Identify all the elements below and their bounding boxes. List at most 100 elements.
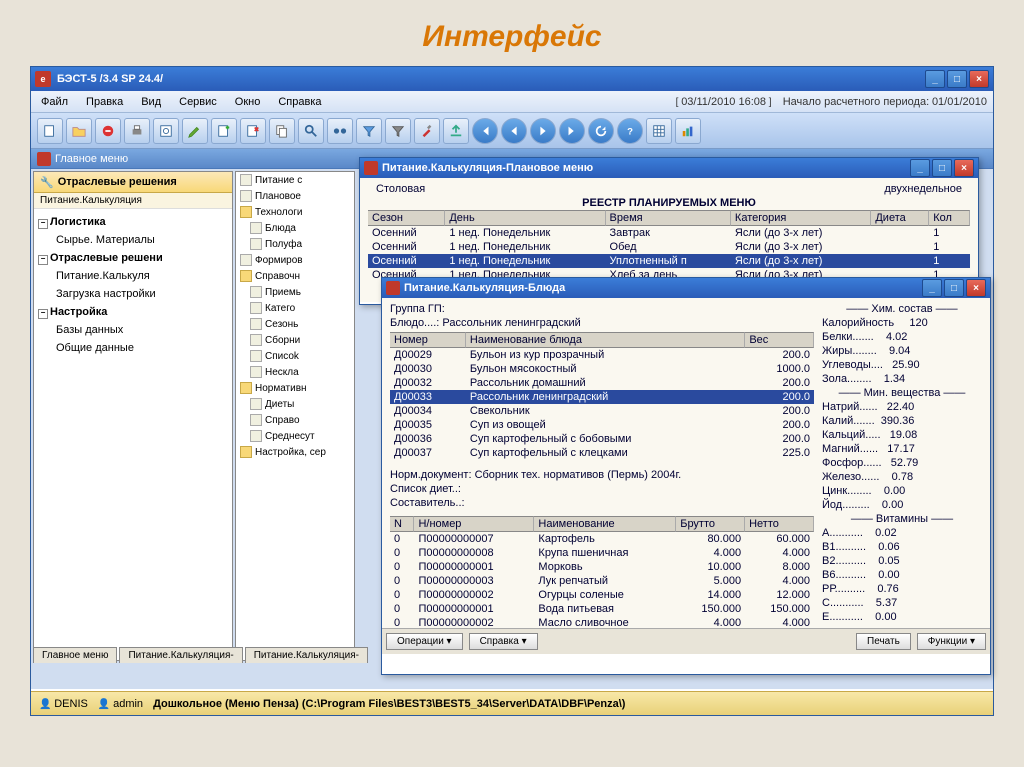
chem-row: Е........... 0.00 [822, 610, 982, 624]
chem-row: А........... 0.02 [822, 526, 982, 540]
plan-row[interactable]: Осенний1 нед. ПонедельникУплотненный пЯс… [368, 254, 970, 268]
tb-preview-icon[interactable] [153, 118, 179, 144]
plan-menu-titlebar[interactable]: Питание.Калькуляция-Плановое меню _ □ × [360, 158, 978, 178]
maximize-button[interactable]: □ [947, 70, 967, 88]
category-item[interactable]: Среднесут [236, 428, 354, 444]
category-item[interactable]: Нормативн [236, 380, 354, 396]
ops-button[interactable]: Операции ▾ [386, 633, 463, 650]
tb-first-icon[interactable] [472, 118, 498, 144]
category-item[interactable]: Справо [236, 412, 354, 428]
tab-calc2[interactable]: Питание.Калькуляция- [245, 647, 368, 663]
chem-row: Калорийность 120 [822, 316, 982, 330]
ingredient-row[interactable]: 0П00000000001Морковь10.0008.000 [390, 560, 814, 574]
category-item[interactable]: Справочн [236, 268, 354, 284]
category-item[interactable]: Сезонь [236, 316, 354, 332]
dishes-titlebar[interactable]: Питание.Калькуляция-Блюда _ □ × [382, 278, 990, 298]
category-item[interactable]: Нескла [236, 364, 354, 380]
dish-row[interactable]: Д00036Суп картофельный с бобовыми200.0 [390, 432, 814, 446]
menu-file[interactable]: Файл [37, 94, 72, 110]
tb-new-icon[interactable] [37, 118, 63, 144]
menu-service[interactable]: Сервис [175, 94, 221, 110]
tb-next-icon[interactable] [530, 118, 556, 144]
tb-search-icon[interactable] [298, 118, 324, 144]
menu-window[interactable]: Окно [231, 94, 265, 110]
plan-row[interactable]: Осенний1 нед. ПонедельникОбедЯсли (до 3-… [368, 240, 970, 254]
category-item[interactable]: Формиров [236, 252, 354, 268]
ingredient-row[interactable]: 0П00000000003Лук репчатый5.0004.000 [390, 574, 814, 588]
tb-chart-icon[interactable] [675, 118, 701, 144]
category-item[interactable]: Сборни [236, 332, 354, 348]
menu-view[interactable]: Вид [137, 94, 165, 110]
minimize-button[interactable]: _ [925, 70, 945, 88]
dish-row[interactable]: Д00032Рассольник домашний200.0 [390, 376, 814, 390]
tb-help-icon[interactable]: ? [617, 118, 643, 144]
dish-row[interactable]: Д00029Бульон из кур прозрачный200.0 [390, 348, 814, 362]
ingredient-row[interactable]: 0П00000000007Картофель80.00060.000 [390, 532, 814, 546]
tb-export-icon[interactable] [443, 118, 469, 144]
nav-tree-item[interactable]: Питание.Калькуля [36, 267, 230, 285]
dish-row[interactable]: Д00033Рассольник ленинградский200.0 [390, 390, 814, 404]
category-item[interactable]: Плановое [236, 188, 354, 204]
ingredient-row[interactable]: 0П00000000008Крупа пшеничная4.0004.000 [390, 546, 814, 560]
tb-refresh-icon[interactable] [588, 118, 614, 144]
plan-row[interactable]: Осенний1 нед. ПонедельникЗавтракЯсли (до… [368, 226, 970, 240]
category-item[interactable]: Настройка, сер [236, 444, 354, 460]
tb-filter2-icon[interactable] [385, 118, 411, 144]
ingredient-row[interactable]: 0П00000000001Вода питьевая150.000150.000 [390, 602, 814, 616]
category-item[interactable]: Списоk [236, 348, 354, 364]
func-button[interactable]: Функции ▾ [917, 633, 986, 650]
plan-close-button[interactable]: × [954, 159, 974, 177]
tb-print-icon[interactable] [124, 118, 150, 144]
dish-close-button[interactable]: × [966, 279, 986, 297]
tb-add-icon[interactable] [211, 118, 237, 144]
category-item[interactable]: Катего [236, 300, 354, 316]
tb-grid-icon[interactable] [646, 118, 672, 144]
category-item[interactable]: Питание с [236, 172, 354, 188]
dish-row[interactable]: Д00030Бульон мясокостный1000.0 [390, 362, 814, 376]
tb-last-icon[interactable] [559, 118, 585, 144]
plan-max-button[interactable]: □ [932, 159, 952, 177]
nav-tree-item[interactable]: Сырье. Материалы [36, 231, 230, 249]
category-item[interactable]: Полуфа [236, 236, 354, 252]
tb-filter-icon[interactable] [356, 118, 382, 144]
tb-prev-icon[interactable] [501, 118, 527, 144]
nav-tree-item[interactable]: Настройка [36, 303, 230, 321]
tb-folder-icon[interactable] [66, 118, 92, 144]
main-titlebar: e БЭСТ-5 /3.4 SP 24.4/ _ □ × [31, 67, 993, 91]
nav-tree-item[interactable]: Загрузка настройки [36, 285, 230, 303]
tb-delete-icon[interactable] [95, 118, 121, 144]
chem-row: С........... 5.37 [822, 596, 982, 610]
chem-row: В6.......... 0.00 [822, 568, 982, 582]
nav-tree-item[interactable]: Логистика [36, 213, 230, 231]
nav-tree-item[interactable]: Базы данных [36, 321, 230, 339]
menu-help[interactable]: Справка [274, 94, 325, 110]
dish-row[interactable]: Д00035Суп из овощей200.0 [390, 418, 814, 432]
dish-row[interactable]: Д00037Суп картофельный с клецками225.0 [390, 446, 814, 460]
menu-edit[interactable]: Правка [82, 94, 127, 110]
tb-edit-icon[interactable] [182, 118, 208, 144]
tb-remove-icon[interactable] [240, 118, 266, 144]
tab-main-menu[interactable]: Главное меню [33, 647, 117, 663]
plan-min-button[interactable]: _ [910, 159, 930, 177]
nav-tree-item[interactable]: Отраслевые решени [36, 249, 230, 267]
category-item[interactable]: Приемь [236, 284, 354, 300]
print-button[interactable]: Печать [856, 633, 911, 650]
chem-row: Углеводы.... 25.90 [822, 358, 982, 372]
close-button[interactable]: × [969, 70, 989, 88]
tb-binoculars-icon[interactable] [327, 118, 353, 144]
help-button[interactable]: Справка ▾ [469, 633, 538, 650]
ingredient-row[interactable]: 0П00000000002Масло сливочное4.0004.000 [390, 616, 814, 630]
tb-copy-icon[interactable] [269, 118, 295, 144]
dish-max-button[interactable]: □ [944, 279, 964, 297]
dish-min-button[interactable]: _ [922, 279, 942, 297]
category-item[interactable]: Блюда [236, 220, 354, 236]
tab-calc1[interactable]: Питание.Калькуляция- [119, 647, 242, 663]
chem-row: Белки....... 4.02 [822, 330, 982, 344]
category-item[interactable]: Диеты [236, 396, 354, 412]
tb-tools-icon[interactable] [414, 118, 440, 144]
dish-row[interactable]: Д00034Свекольник200.0 [390, 404, 814, 418]
chem-row: Цинк........ 0.00 [822, 484, 982, 498]
category-item[interactable]: Технологи [236, 204, 354, 220]
ingredient-row[interactable]: 0П00000000002Огурцы соленые14.00012.000 [390, 588, 814, 602]
nav-tree-item[interactable]: Общие данные [36, 339, 230, 357]
